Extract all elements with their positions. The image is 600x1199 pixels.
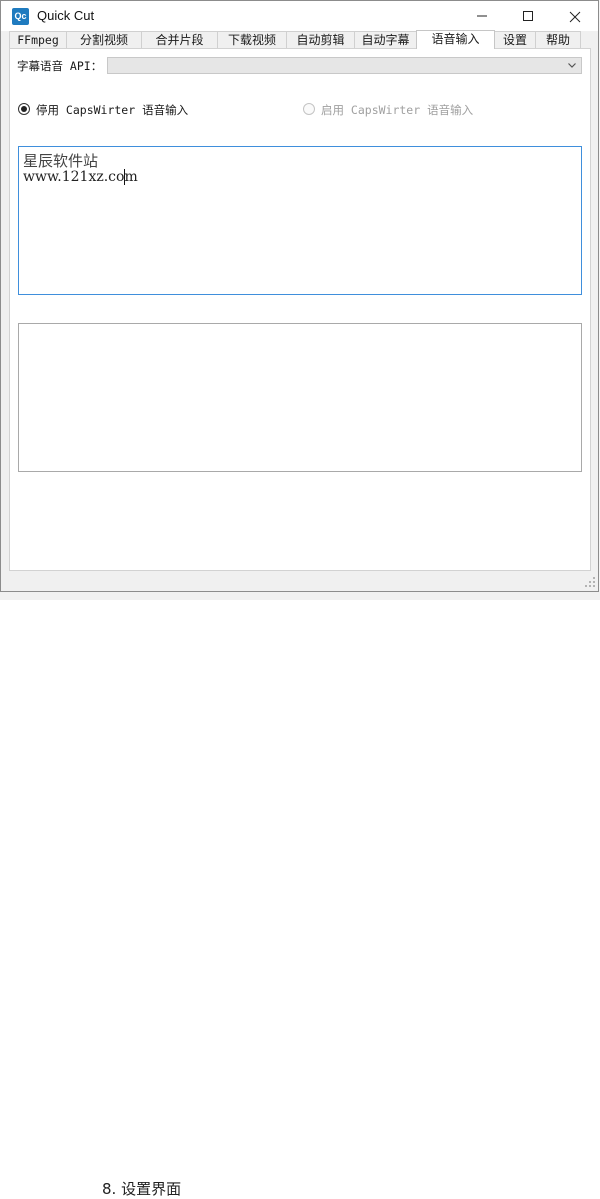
input-text-line1: 星辰软件站 bbox=[23, 152, 99, 170]
resize-grip-icon[interactable] bbox=[584, 576, 596, 588]
voice-input-panel bbox=[9, 48, 591, 571]
radio-disable-label: 停用 CapsWirter 语音输入 bbox=[36, 103, 189, 117]
minimize-icon bbox=[477, 15, 487, 17]
voice-output-textbox[interactable] bbox=[18, 323, 582, 472]
title-bar[interactable]: Qc Quick Cut bbox=[1, 1, 598, 31]
radio-enable-label: 启用 CapsWirter 语音输入 bbox=[321, 103, 474, 117]
tab-merge-clips[interactable]: 合并片段 bbox=[141, 31, 218, 48]
tab-ffmpeg[interactable]: FFmpeg bbox=[9, 31, 67, 48]
subtitle-api-label: 字幕语音 API： bbox=[17, 59, 103, 73]
input-text-line2: www.121xz.com bbox=[23, 169, 138, 185]
tab-auto-edit[interactable]: 自动剪辑 bbox=[286, 31, 355, 48]
subtitle-api-select[interactable] bbox=[107, 57, 582, 74]
voice-input-textbox[interactable]: 星辰软件站 www.121xz.com bbox=[18, 146, 582, 295]
background-text: 8. 设置界面 bbox=[102, 1180, 182, 1198]
text-caret bbox=[124, 169, 125, 185]
chevron-down-icon bbox=[568, 63, 576, 68]
maximize-icon bbox=[523, 11, 533, 21]
minimize-button[interactable] bbox=[459, 1, 505, 31]
tab-voice-input[interactable]: 语音输入 bbox=[416, 30, 495, 49]
close-button[interactable] bbox=[552, 1, 598, 31]
close-icon bbox=[569, 11, 581, 22]
app-logo-icon: Qc bbox=[12, 8, 29, 25]
tab-split-video[interactable]: 分割视频 bbox=[66, 31, 142, 48]
tab-bar: FFmpeg 分割视频 合并片段 下载视频 自动剪辑 自动字幕 语音输入 设置 … bbox=[9, 30, 591, 49]
tab-auto-subtitle[interactable]: 自动字幕 bbox=[354, 31, 417, 48]
maximize-button[interactable] bbox=[505, 1, 551, 31]
tab-download-video[interactable]: 下载视频 bbox=[217, 31, 287, 48]
status-bar bbox=[1, 572, 598, 591]
radio-enable-capswriter[interactable] bbox=[303, 103, 315, 115]
window-title: Quick Cut bbox=[37, 8, 95, 23]
tab-help[interactable]: 帮助 bbox=[535, 31, 581, 48]
radio-disable-capswriter[interactable] bbox=[18, 103, 30, 115]
quick-cut-window: Qc Quick Cut FFmpeg 分割视频 合并片段 下载视频 自动剪辑 … bbox=[0, 0, 599, 592]
tab-settings[interactable]: 设置 bbox=[494, 31, 536, 48]
